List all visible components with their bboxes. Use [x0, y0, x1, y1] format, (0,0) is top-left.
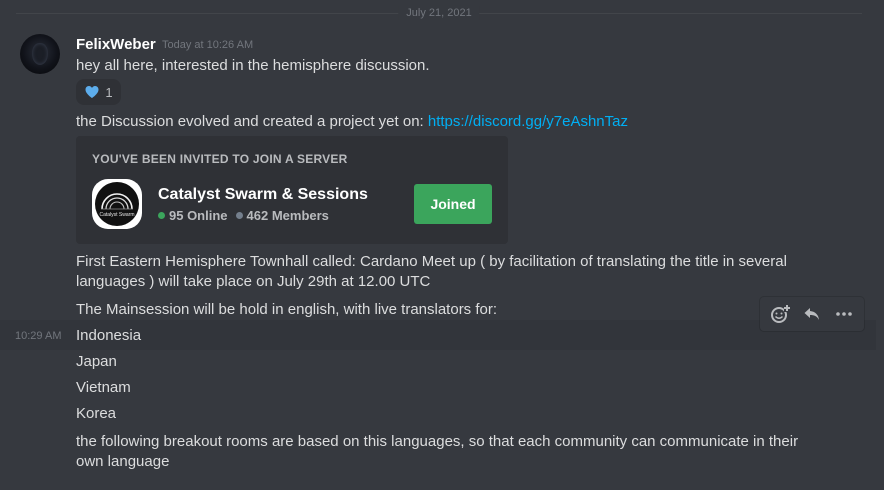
message-text: The Mainsession will be hold in english,… — [76, 301, 498, 318]
avatar-mask-icon — [32, 43, 48, 65]
add-reaction-button[interactable] — [766, 300, 794, 328]
members-dot-icon — [235, 212, 243, 219]
invite-link[interactable]: https://discord.gg/y7eAshnTaz — [428, 113, 628, 130]
language-item: Vietnam — [76, 379, 131, 396]
reply-button[interactable] — [798, 300, 826, 328]
server-stats: 95 Online 462 Members — [158, 208, 329, 223]
joined-button[interactable]: Joined — [414, 184, 492, 224]
message-text: hey all here, interested in the hemisphe… — [76, 57, 430, 74]
date-divider: July 21, 2021 — [16, 6, 862, 20]
message-text: the following breakout rooms are based o… — [76, 433, 799, 450]
date-divider-label: July 21, 2021 — [398, 6, 480, 20]
message-timestamp[interactable]: Today at 10:26 AM — [162, 39, 253, 51]
username[interactable]: FelixWeber — [76, 36, 156, 53]
message-text-with-link: the Discussion evolved and created a pro… — [76, 112, 628, 132]
server-icon[interactable]: Catalyst Swarm — [92, 179, 142, 229]
invite-heading: YOU'VE BEEN INVITED TO JOIN A SERVER — [92, 152, 348, 166]
online-count: 95 Online — [169, 208, 228, 223]
hover-timestamp[interactable]: 10:29 AM — [15, 330, 61, 342]
more-dots-icon — [836, 312, 852, 316]
language-item: Indonesia — [76, 327, 142, 344]
more-options-button[interactable] — [830, 300, 858, 328]
message-text: First Eastern Hemisphere Townhall called… — [76, 253, 787, 270]
avatar[interactable] — [20, 34, 60, 74]
reaction-count: 1 — [105, 84, 113, 100]
server-name[interactable]: Catalyst Swarm & Sessions — [158, 186, 368, 204]
catalyst-swarm-logo-icon: Catalyst Swarm — [99, 193, 135, 218]
blue-heart-icon — [85, 86, 99, 98]
message-actions-toolbar — [760, 297, 864, 331]
language-item: Korea — [76, 405, 117, 422]
server-icon-text: Catalyst Swarm — [99, 212, 134, 218]
invite-card: YOU'VE BEEN INVITED TO JOIN A SERVER Cat… — [76, 136, 508, 244]
reaction-button[interactable]: 1 — [76, 79, 121, 105]
online-dot-icon — [158, 212, 165, 219]
member-count: 462 Members — [246, 208, 329, 223]
message-text: languages ) will take place on July 29th… — [76, 273, 431, 290]
language-item: Japan — [76, 353, 117, 370]
message-text-prefix: the Discussion evolved and created a pro… — [76, 113, 428, 130]
message-text: own language — [76, 453, 170, 470]
reply-icon — [804, 308, 819, 320]
add-reaction-icon — [771, 305, 790, 323]
